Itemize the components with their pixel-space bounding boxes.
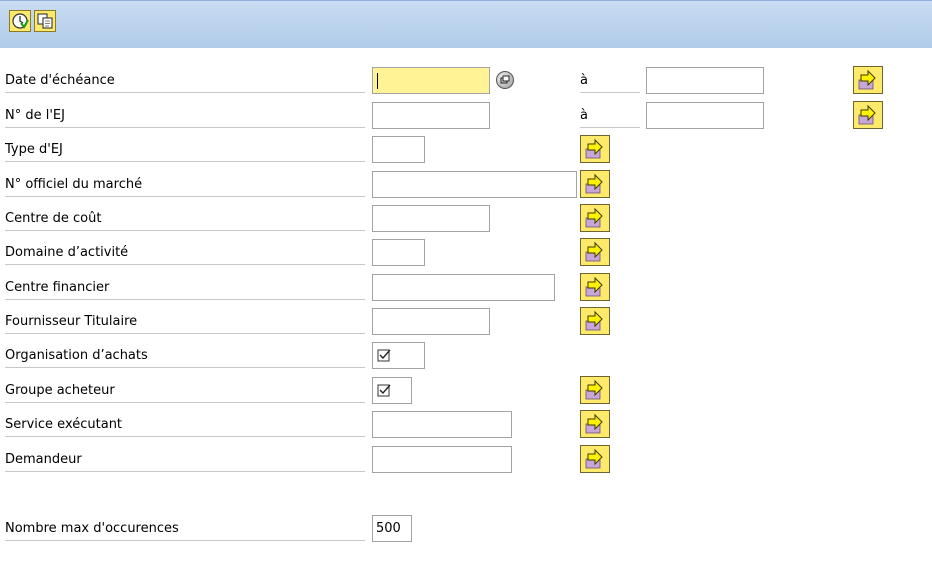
multiple-selection-arrow-icon[interactable] [580,376,610,404]
ej-number-from-input[interactable] [372,102,490,129]
ej-number-to-input[interactable] [646,102,764,129]
ej-type-label: Type d'EJ [5,136,365,162]
cost-center-input[interactable] [372,205,490,232]
ej-type-input[interactable] [372,136,425,163]
requester-label: Demandeur [5,446,365,472]
execute-clock-icon[interactable] [9,10,31,32]
range-to-label: à [580,102,640,128]
checkbox-checked-icon [377,384,391,397]
multiple-selection-arrow-icon[interactable] [580,307,610,335]
business-area-label: Domaine d’activité [5,239,365,265]
funds-center-label: Centre financier [5,274,365,300]
official-market-number-label: N° officiel du marché [5,171,365,197]
max-occurrences-input[interactable]: 500 [372,515,412,542]
cost-center-label: Centre de coût [5,205,365,231]
value-help-icon[interactable] [496,71,514,89]
executing-service-input[interactable] [372,411,512,438]
multiple-selection-arrow-icon[interactable] [580,445,610,473]
requester-input[interactable] [372,446,512,473]
multiple-selection-arrow-icon[interactable] [580,135,610,163]
copy-selection-icon[interactable] [34,10,56,32]
purchasing-org-label: Organisation d’achats [5,342,365,368]
supplier-label: Fournisseur Titulaire [5,308,365,334]
due-date-label: Date d'échéance [5,67,365,93]
business-area-input[interactable] [372,239,425,266]
due-date-to-input[interactable] [646,67,764,94]
multiple-selection-arrow-icon[interactable] [580,170,610,198]
multiple-selection-arrow-icon[interactable] [853,101,883,129]
multiple-selection-arrow-icon[interactable] [580,238,610,266]
executing-service-label: Service exécutant [5,411,365,437]
funds-center-input[interactable] [372,274,555,301]
max-occurrences-label: Nombre max d'occurences [5,515,365,541]
purchasing-group-checkbox[interactable] [372,377,412,404]
purchasing-group-label: Groupe acheteur [5,377,365,403]
supplier-input[interactable] [372,308,490,335]
due-date-from-input[interactable] [372,67,490,94]
multiple-selection-arrow-icon[interactable] [853,66,883,94]
multiple-selection-arrow-icon[interactable] [580,273,610,301]
purchasing-org-checkbox[interactable] [372,342,425,369]
range-to-label: à [580,67,640,93]
official-market-number-input[interactable] [372,171,577,198]
multiple-selection-arrow-icon[interactable] [580,410,610,438]
application-toolbar [0,0,932,48]
checkbox-checked-icon [377,349,391,362]
multiple-selection-arrow-icon[interactable] [580,204,610,232]
ej-number-label: N° de l'EJ [5,102,365,128]
